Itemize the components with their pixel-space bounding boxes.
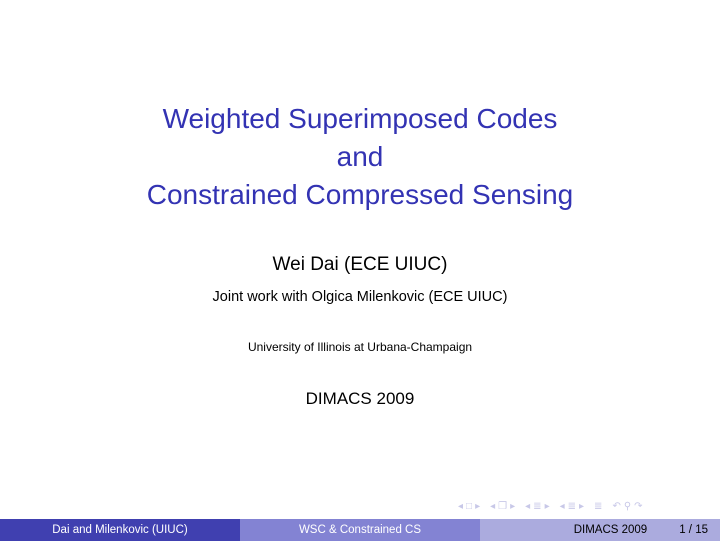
date: DIMACS 2009 (305, 389, 415, 408)
section-icon[interactable]: ≣ (568, 501, 576, 512)
redo-icon[interactable]: ↷ (634, 501, 642, 512)
title-line-3: Constrained Compressed Sensing (146, 179, 574, 210)
footer-bar: Dai and Milenkovic (UIUC) WSC & Constrai… (0, 519, 720, 541)
joint-work: Joint work with Olgica Milenkovic (ECE U… (212, 289, 508, 305)
footer-authors: Dai and Milenkovic (UIUC) (0, 519, 240, 541)
arrow-left-icon[interactable]: ◂ (525, 501, 530, 512)
title-line-2: and (336, 141, 384, 172)
frame-icon[interactable]: □ (466, 501, 472, 512)
arrow-left-icon[interactable]: ◂ (490, 501, 495, 512)
footer-event: DIMACS 2009 (573, 524, 648, 536)
subsection-icon[interactable]: ❐ (498, 501, 507, 512)
institution: University of Illinois at Urbana-Champai… (247, 340, 473, 354)
arrow-left-icon[interactable]: ◂ (458, 501, 463, 512)
footer-right: DIMACS 2009 1 / 15 (480, 519, 720, 541)
arrow-left-icon[interactable]: ◂ (560, 501, 565, 512)
author: Wei Dai (ECE UIUC) (272, 254, 448, 275)
search-icon[interactable]: ⚲ (624, 501, 631, 512)
title-line-1: Weighted Superimposed Codes (162, 103, 558, 134)
arrow-right-icon[interactable]: ▸ (475, 501, 480, 512)
arrow-right-icon[interactable]: ▸ (579, 501, 584, 512)
arrow-right-icon[interactable]: ▸ (510, 501, 515, 512)
align-icon[interactable]: ≣ (594, 501, 602, 512)
arrow-right-icon[interactable]: ▸ (545, 501, 550, 512)
section-icon[interactable]: ≣ (533, 501, 541, 512)
page-number: 1 / 15 (679, 524, 708, 536)
slide-title: Weighted Superimposed Codes and Constrai… (0, 100, 720, 214)
beamer-navigation: ◂ □ ▸ ◂ ❐ ▸ ◂ ≣ ▸ ◂ ≣ ▸ ≣ ↶ ⚲ ↷ (458, 500, 646, 512)
undo-icon[interactable]: ↶ (612, 501, 620, 512)
footer-short-title: WSC & Constrained CS (240, 519, 480, 541)
